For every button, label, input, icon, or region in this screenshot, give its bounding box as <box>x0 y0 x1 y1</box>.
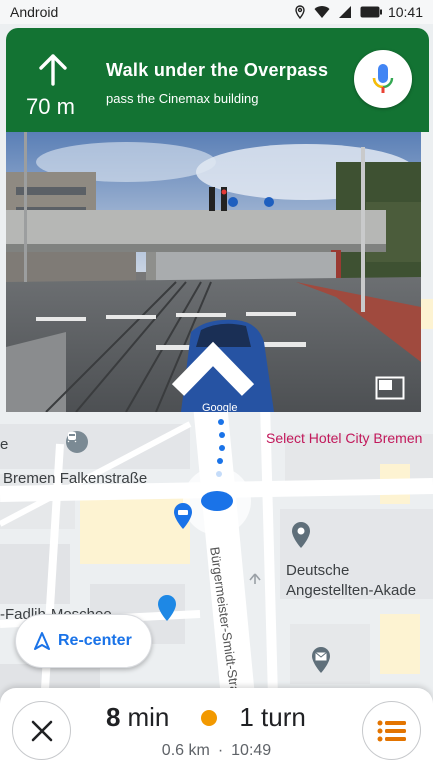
map-label-top-left: e <box>0 436 9 453</box>
straight-arrow-icon <box>39 54 67 86</box>
directions-list-button[interactable] <box>362 701 421 760</box>
trip-turns: 1 turn <box>239 702 306 732</box>
street-view-image <box>6 132 421 412</box>
expand-icon[interactable] <box>375 376 405 400</box>
trip-summary-bar[interactable]: 8 min 1 turn 0.6 km · 10:49 <box>0 688 433 771</box>
list-icon <box>377 720 406 741</box>
os-label: Android <box>10 4 59 20</box>
street-view-watermark: Google <box>202 402 238 412</box>
map-label-station[interactable]: Bremen Falkenstraße <box>3 470 147 487</box>
trip-distance: 0.6 km <box>161 742 210 759</box>
trip-minutes-unit: min <box>127 702 170 732</box>
landmark-pin-icon[interactable] <box>290 521 312 549</box>
map-label-hotel[interactable]: Select Hotel City Bremen <box>266 430 422 446</box>
trip-minutes: 8 <box>106 702 121 732</box>
wifi-icon <box>314 6 330 19</box>
navigation-arrow-icon <box>34 632 50 650</box>
street-view-panel[interactable]: Google <box>6 132 421 412</box>
navigation-banner[interactable]: 70 m Walk under the Overpass pass the Ci… <box>6 28 429 132</box>
status-time: 10:41 <box>387 4 423 20</box>
map-label-academy-line2[interactable]: Angestellten-Akade <box>286 582 416 599</box>
transit-icon[interactable] <box>66 431 88 453</box>
recenter-label: Re-center <box>58 632 132 649</box>
trip-separator-dot <box>201 709 218 726</box>
hotel-icon[interactable] <box>172 502 194 530</box>
location-icon <box>295 5 305 19</box>
trip-eta: 10:49 <box>231 742 272 759</box>
recenter-button[interactable]: Re-center <box>15 614 152 668</box>
status-bar: Android 10:41 <box>0 0 433 24</box>
close-icon <box>31 720 52 741</box>
signal-icon <box>338 6 351 18</box>
map-label-academy-line1[interactable]: Deutsche <box>286 562 349 579</box>
status-icons <box>294 5 382 19</box>
mail-icon[interactable] <box>310 646 332 674</box>
battery-icon <box>360 6 382 18</box>
mic-icon <box>372 64 394 93</box>
voice-search-button[interactable] <box>354 50 412 108</box>
maneuver-instruction: Walk under the Overpass <box>106 60 329 80</box>
trip-detail-separator: · <box>217 742 224 759</box>
mosque-icon[interactable] <box>156 594 178 622</box>
maneuver-subtext: pass the Cinemax building <box>106 91 259 106</box>
maneuver-distance: 70 m <box>26 94 75 119</box>
trip-summary: 8 min 1 turn <box>106 702 306 733</box>
